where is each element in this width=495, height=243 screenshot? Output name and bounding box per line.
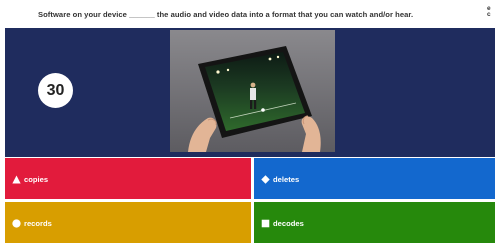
answer-label: deletes <box>273 175 300 184</box>
answer-grid: copies deletes records decodes <box>5 158 495 243</box>
question-bar: Software on your device ______ the audio… <box>0 0 495 28</box>
question-stage: 30 <box>5 28 495 157</box>
corner-text: e c <box>487 6 491 18</box>
answer-button-deletes[interactable]: deletes <box>254 158 495 199</box>
circle-icon <box>12 219 21 228</box>
answer-label: decodes <box>273 219 304 228</box>
question-text: Software on your device ______ the audio… <box>38 10 414 19</box>
timer-value: 30 <box>46 81 65 99</box>
square-icon <box>261 219 270 228</box>
answer-button-copies[interactable]: copies <box>5 158 251 199</box>
triangle-icon <box>12 175 21 184</box>
countdown-timer: 30 <box>38 73 73 108</box>
question-image <box>170 30 335 152</box>
answer-label: copies <box>24 175 49 184</box>
diamond-icon <box>261 175 270 184</box>
answer-button-records[interactable]: records <box>5 202 251 243</box>
answer-button-decodes[interactable]: decodes <box>254 202 495 243</box>
quiz-page: Software on your device ______ the audio… <box>0 0 495 243</box>
tablet-football-image <box>170 30 335 152</box>
answer-label: records <box>24 219 52 228</box>
